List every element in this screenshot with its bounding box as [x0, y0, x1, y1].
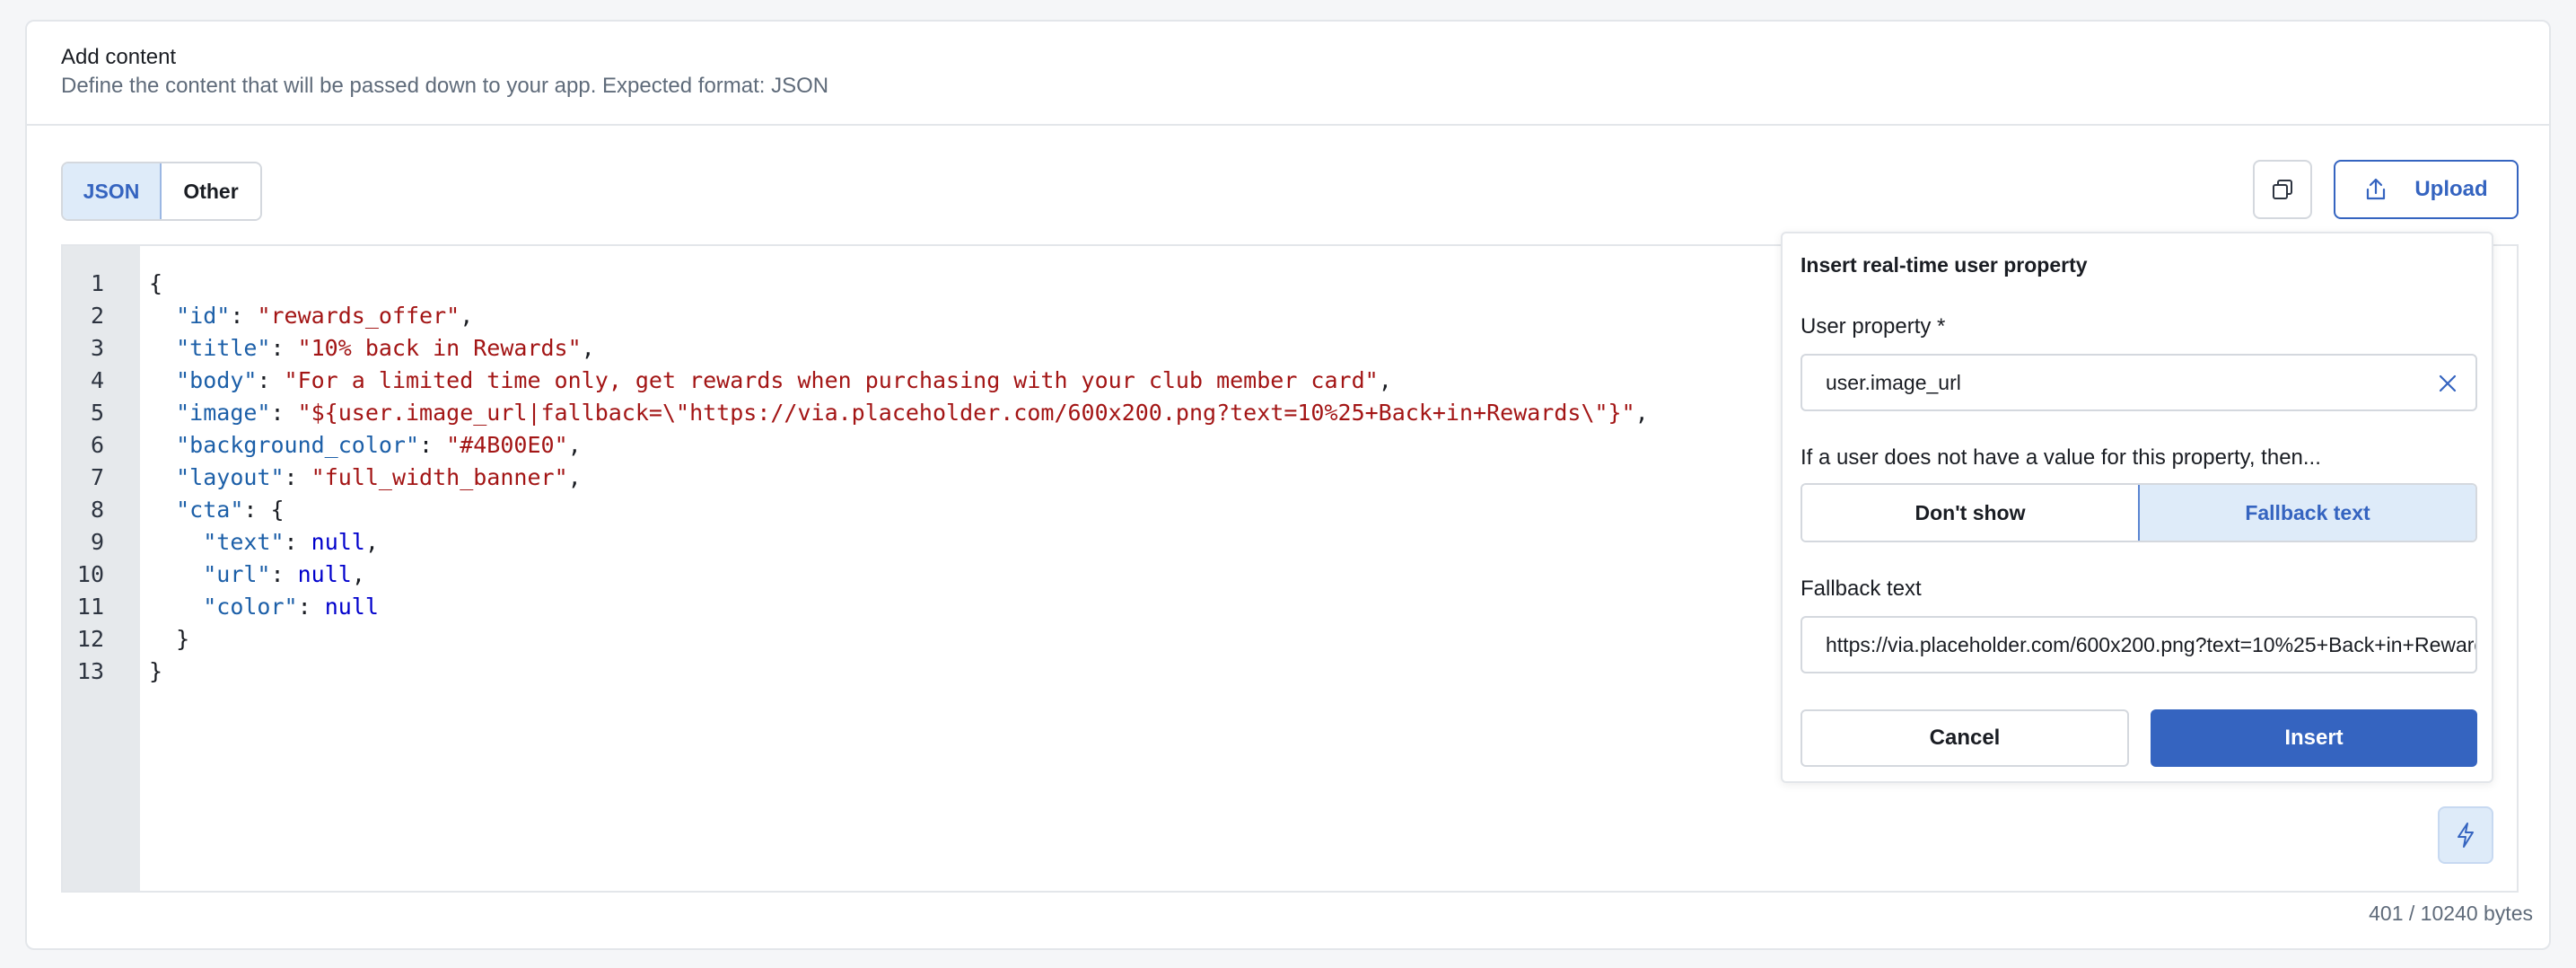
line-number: 3	[90, 335, 104, 361]
code-line: }	[149, 658, 163, 684]
fallback-text-field[interactable]: https://via.placeholder.com/600x200.png?…	[1801, 616, 2477, 673]
line-number: 11	[76, 594, 104, 620]
close-icon[interactable]	[2436, 372, 2459, 395]
code-line: "body": "For a limited time only, get re…	[176, 367, 1392, 393]
fallback-text-value: https://via.placeholder.com/600x200.png?…	[1826, 632, 2477, 656]
upload-label: Upload	[2414, 177, 2488, 201]
code-line: "layout": "full_width_banner",	[176, 464, 582, 490]
code-line: "id": "rewards_offer",	[176, 303, 474, 329]
cancel-button[interactable]: Cancel	[1801, 709, 2129, 767]
code-line: "title": "10% back in Rewards",	[176, 335, 595, 361]
code-line: {	[149, 270, 163, 296]
byte-counter: 401 / 10240 bytes	[2369, 902, 2533, 925]
card-title: Add content	[61, 45, 177, 69]
line-number: 5	[90, 400, 104, 426]
code-line: }	[149, 626, 190, 652]
code-line: "text": null,	[203, 529, 379, 555]
user-property-value: user.image_url	[1826, 370, 1961, 394]
insert-user-property-popover: Insert real-time user property User prop…	[1781, 232, 2493, 783]
line-number: 4	[90, 367, 104, 393]
line-number: 7	[90, 464, 104, 490]
line-number: 9	[90, 529, 104, 555]
tab-other[interactable]: Other	[162, 163, 260, 219]
line-number: 10	[76, 561, 104, 587]
card-header: Add content Define the content that will…	[27, 22, 2549, 126]
missing-value-toggle: Don't show Fallback text	[1801, 483, 2477, 542]
code-line: "url": null,	[203, 561, 365, 587]
fallback-text-label: Fallback text	[1801, 576, 1922, 601]
upload-icon	[2367, 178, 2386, 200]
fallback-text-option[interactable]: Fallback text	[2138, 485, 2475, 541]
line-number: 13	[76, 658, 104, 684]
code-line: "cta": {	[176, 497, 285, 523]
code-line: "color": null	[203, 594, 379, 620]
line-number: 8	[90, 497, 104, 523]
insert-button[interactable]: Insert	[2151, 709, 2477, 767]
user-property-label: User property *	[1801, 314, 1946, 339]
copy-icon	[2273, 180, 2292, 199]
insert-property-button[interactable]	[2438, 806, 2493, 864]
missing-value-label: If a user does not have a value for this…	[1801, 445, 2321, 470]
line-number-gutter: 1 2 3 4 5 6 7 8 9 10 11 12 13	[63, 246, 140, 891]
tab-json[interactable]: JSON	[63, 163, 162, 219]
lightning-icon	[2458, 823, 2474, 848]
card-subtitle: Define the content that will be passed d…	[61, 74, 829, 98]
code-line: "background_color": "#4B00E0",	[176, 432, 582, 458]
line-number: 6	[90, 432, 104, 458]
line-number: 2	[90, 303, 104, 329]
code-line: "image": "${user.image_url|fallback=\"ht…	[176, 400, 1649, 426]
popover-title: Insert real-time user property	[1801, 253, 2088, 277]
line-number: 1	[90, 270, 104, 296]
upload-button[interactable]: Upload	[2334, 160, 2519, 219]
line-number: 12	[76, 626, 104, 652]
copy-button[interactable]	[2253, 160, 2312, 219]
user-property-field[interactable]: user.image_url	[1801, 354, 2477, 411]
dont-show-option[interactable]: Don't show	[1802, 485, 2138, 541]
format-tabs: JSON Other	[61, 162, 262, 221]
